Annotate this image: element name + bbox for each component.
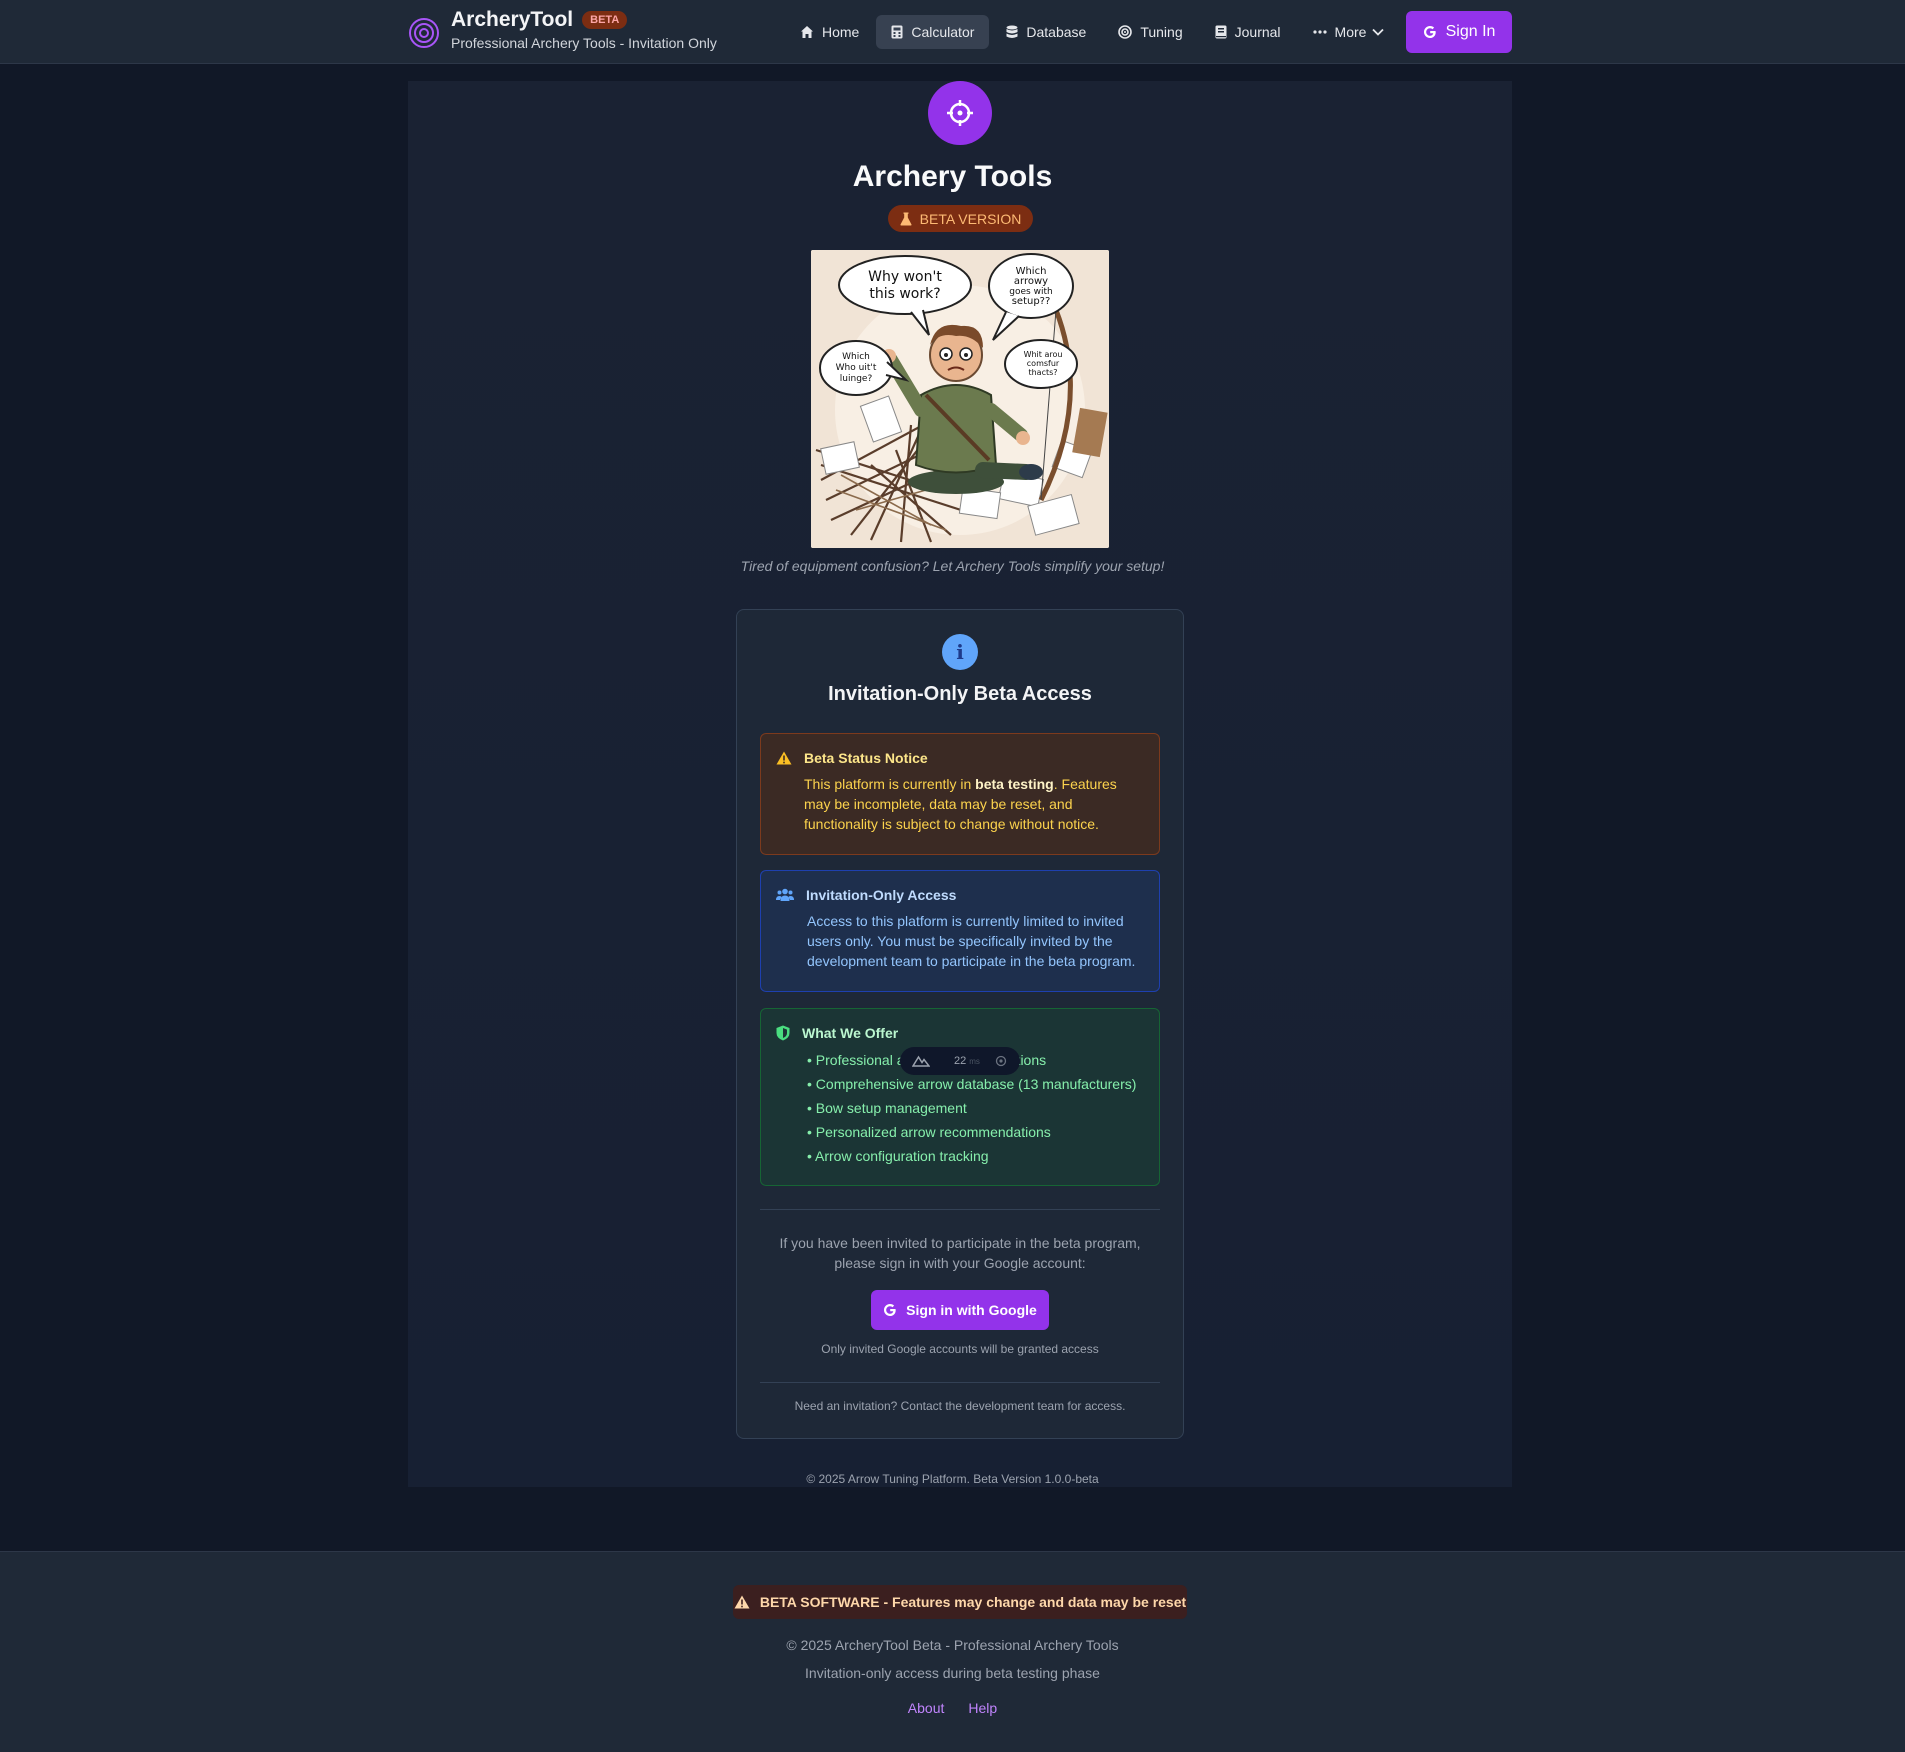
beta-status-text-bold: beta testing xyxy=(975,776,1054,792)
nav-database-label: Database xyxy=(1026,24,1087,40)
page-title: Archery Tools xyxy=(852,160,1053,193)
nav-journal[interactable]: Journal xyxy=(1200,15,1296,49)
footer-copyright: © 2025 ArcheryTool Beta - Professional A… xyxy=(786,1637,1119,1653)
what-we-offer-notice: What We Offer • Professional arrow spine… xyxy=(760,1008,1160,1186)
crosshair-badge xyxy=(928,81,992,145)
nav-tuning[interactable]: Tuning xyxy=(1103,15,1197,49)
card-title: Invitation-Only Beta Access xyxy=(828,683,1092,705)
performance-overlay[interactable]: 22 ms xyxy=(900,1047,1020,1075)
calculator-icon xyxy=(891,25,903,39)
database-icon xyxy=(1006,25,1018,38)
beta-status-notice: Beta Status Notice This platform is curr… xyxy=(760,733,1160,855)
bubble-1-line-2: this work? xyxy=(869,286,940,302)
beta-status-text: This platform is currently in beta testi… xyxy=(804,774,1143,834)
brand-subtitle: Professional Archery Tools - Invitation … xyxy=(451,35,717,51)
beta-version-badge: BETA VERSION xyxy=(888,205,1033,232)
svg-text:thacts?: thacts? xyxy=(1028,368,1057,377)
nav-database[interactable]: Database xyxy=(991,15,1101,49)
bubble-1-line-1: Why won't xyxy=(868,269,942,285)
book-icon xyxy=(1215,25,1227,39)
svg-text:arrowy: arrowy xyxy=(1014,276,1048,287)
beta-badge: BETA xyxy=(582,11,628,29)
warning-triangle-icon xyxy=(734,1595,750,1609)
sign-in-with-google-button[interactable]: Sign in with Google xyxy=(871,1290,1049,1330)
sign-in-button[interactable]: Sign In xyxy=(1406,11,1512,53)
google-icon xyxy=(884,1304,896,1316)
crosshair-icon xyxy=(947,100,973,126)
google-button-label: Sign in with Google xyxy=(906,1302,1037,1318)
offer-item: • Comprehensive arrow database (13 manuf… xyxy=(807,1076,1137,1092)
nav-calculator-label: Calculator xyxy=(911,24,975,40)
beta-version-label: BETA VERSION xyxy=(919,210,1022,227)
frustrated-archer-illustration: Why won't this work? Which arrowy goes w… xyxy=(811,250,1109,548)
footer-links: About Help xyxy=(0,1700,1905,1716)
nav-home[interactable]: Home xyxy=(785,15,874,49)
google-icon xyxy=(1423,26,1436,38)
brand-name: ArcheryTool xyxy=(451,8,574,31)
divider xyxy=(760,1209,1160,1210)
beta-status-text-start: This platform is currently in xyxy=(804,776,976,792)
google-access-note: Only invited Google accounts will be gra… xyxy=(821,1342,1099,1356)
chevron-down-icon xyxy=(1372,28,1385,36)
offer-item: • Personalized arrow recommendations xyxy=(807,1124,1051,1140)
main-nav: Home Calculator Database Tuning Journal … xyxy=(785,15,1401,49)
svg-text:Which: Which xyxy=(842,352,870,362)
sign-in-label: Sign In xyxy=(1445,23,1496,40)
mountain-logo-icon xyxy=(912,1055,930,1067)
divider xyxy=(760,1382,1160,1383)
svg-text:comsfur: comsfur xyxy=(1027,359,1060,368)
svg-text:Whit arou: Whit arou xyxy=(1024,350,1063,359)
svg-text:setup??: setup?? xyxy=(1012,296,1051,307)
latency-unit: ms xyxy=(969,1056,980,1066)
invitation-only-text: Access to this platform is currently lim… xyxy=(807,913,1136,969)
beta-software-warning-text: BETA SOFTWARE - Features may change and … xyxy=(759,1594,1187,1610)
offer-item: • Bow setup management xyxy=(807,1100,967,1116)
svg-text:Who uit't: Who uit't xyxy=(836,363,877,373)
nav-calculator[interactable]: Calculator xyxy=(876,15,990,49)
settings-gear-icon[interactable] xyxy=(994,1054,1008,1068)
flask-icon xyxy=(900,212,912,225)
need-invitation-text: Need an invitation? Contact the developm… xyxy=(794,1399,1126,1413)
nav-home-label: Home xyxy=(822,24,860,40)
invitation-only-title: Invitation-Only Access xyxy=(806,887,957,903)
nav-more-label: More xyxy=(1334,24,1367,40)
users-icon xyxy=(776,888,794,901)
svg-text:luinge?: luinge? xyxy=(840,374,873,384)
offer-item: • Arrow configuration tracking xyxy=(807,1148,989,1164)
footer-link-about[interactable]: About xyxy=(908,1700,945,1716)
nav-journal-label: Journal xyxy=(1234,24,1281,40)
hero-caption: Tired of equipment confusion? Let Archer… xyxy=(740,558,1165,574)
panel-copyright: © 2025 Arrow Tuning Platform. Beta Versi… xyxy=(806,1472,1099,1486)
target-icon xyxy=(1118,25,1133,39)
hero-cartoon-image: Why won't this work? Which arrowy goes w… xyxy=(811,250,1109,548)
info-icon: i xyxy=(942,634,978,670)
beta-status-title: Beta Status Notice xyxy=(804,750,928,766)
footer-subtitle: Invitation-only access during beta testi… xyxy=(805,1665,1100,1681)
what-we-offer-title: What We Offer xyxy=(802,1025,899,1041)
ellipsis-icon xyxy=(1312,30,1327,34)
nav-more-dropdown[interactable]: More xyxy=(1298,15,1400,49)
latency-value: 22 xyxy=(954,1055,967,1067)
shield-icon xyxy=(776,1025,790,1041)
target-logo-icon xyxy=(409,18,439,48)
nav-tuning-label: Tuning xyxy=(1140,24,1183,40)
home-icon xyxy=(801,26,813,38)
brand[interactable]: ArcheryTool BETA Professional Archery To… xyxy=(408,8,717,51)
footer-link-help[interactable]: Help xyxy=(968,1700,997,1716)
beta-software-warning: BETA SOFTWARE - Features may change and … xyxy=(733,1585,1187,1619)
warning-triangle-icon xyxy=(776,751,792,765)
invite-instructions: If you have been invited to participate … xyxy=(779,1235,1141,1271)
top-navbar: ArcheryTool BETA Professional Archery To… xyxy=(0,0,1905,64)
invitation-only-notice: Invitation-Only Access Access to this pl… xyxy=(760,870,1160,992)
